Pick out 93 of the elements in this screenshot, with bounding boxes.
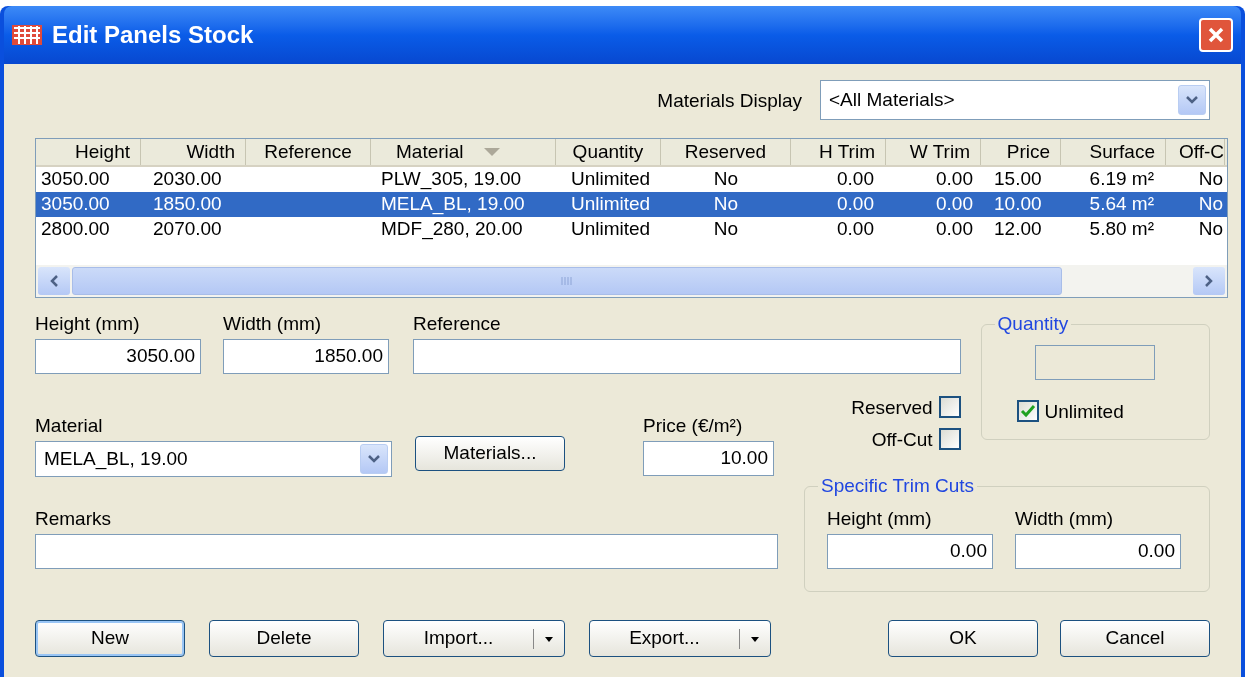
table-cell: 2030.00 [153, 168, 222, 190]
table-cell: 5.64 m² [1089, 193, 1154, 215]
table-cell: MDF_280, 20.00 [381, 218, 523, 240]
table-cell: 15.00 [994, 168, 1042, 190]
checkbox-label: Reserved [851, 397, 933, 417]
group-title: Quantity [994, 314, 1072, 333]
table-cell: 0.00 [936, 218, 973, 240]
unlimited-checkbox[interactable] [1016, 400, 1039, 422]
table-cell: No [1198, 193, 1223, 215]
height-field[interactable]: 3050.00 [35, 339, 201, 374]
table-cell: 6.19 m² [1089, 168, 1154, 190]
column-header[interactable]: Reserved [661, 139, 791, 165]
table-cell: Unlimited [571, 193, 651, 215]
materials-button[interactable]: Materials... [415, 436, 565, 471]
dialog-button[interactable]: Import... [383, 620, 565, 657]
table-cell: 0.00 [936, 193, 973, 215]
column-header[interactable]: Price [981, 139, 1061, 165]
table-cell: Unlimited [571, 168, 651, 190]
column-header[interactable]: Height [36, 139, 141, 165]
horizontal-scrollbar[interactable] [36, 265, 1227, 297]
field-label: Height (mm) [35, 314, 141, 333]
grid-icon [12, 25, 42, 45]
column-header[interactable]: Quantity [556, 139, 661, 165]
dropdown-icon[interactable] [1178, 85, 1206, 115]
dialog-button[interactable]: Cancel [1060, 620, 1210, 657]
dropdown-icon[interactable] [360, 444, 388, 474]
field-label: Width (mm) [223, 314, 323, 333]
table-cell: PLW_305, 19.00 [381, 168, 522, 190]
table-cell: 2070.00 [153, 218, 222, 240]
table-cell: Unlimited [571, 218, 651, 240]
field-label: Remarks [35, 509, 112, 528]
price-field[interactable]: 10.00 [643, 441, 774, 476]
table-cell: 2800.00 [41, 218, 110, 240]
table-row[interactable]: 3050.00 1850.00 MELA_BL, 19.00 Unlimited No 0.00 0.00 10.00 5.64 m² No [36, 192, 1227, 217]
scroll-left-button[interactable] [38, 267, 70, 295]
dialog-button[interactable]: Delete [209, 620, 359, 657]
trim-height-field[interactable]: 0.00 [827, 534, 993, 569]
table-cell: 0.00 [837, 193, 874, 215]
reference-field[interactable] [413, 339, 961, 374]
materials-display-dropdown[interactable]: <All Materials> [820, 80, 1210, 120]
close-icon [1206, 25, 1226, 45]
window-title: Edit Panels Stock [52, 20, 254, 50]
chevron-down-icon [367, 454, 381, 464]
sort-icon [483, 147, 500, 157]
table-cell: 3050.00 [41, 193, 110, 215]
checkbox-label: Off-Cut [871, 429, 933, 449]
table-cell: No [713, 193, 739, 215]
chevron-right-icon [1204, 274, 1214, 288]
checkbox-label: Unlimited [1044, 401, 1124, 421]
table-cell: 12.00 [994, 218, 1042, 240]
table-cell: 0.00 [837, 218, 874, 240]
trim-width-field[interactable]: 0.00 [1015, 534, 1181, 569]
off-cut-checkbox[interactable] [938, 428, 961, 450]
column-header[interactable]: W Trim [886, 139, 981, 165]
materials-display-label: Materials Display [657, 90, 802, 110]
remarks-field[interactable] [35, 534, 778, 569]
table-cell: 1850.00 [153, 193, 222, 215]
field-label: Material [35, 416, 104, 435]
scroll-right-button[interactable] [1193, 267, 1225, 295]
table-cell: 3050.00 [41, 168, 110, 190]
close-button[interactable] [1199, 18, 1233, 52]
table-cell: No [713, 218, 739, 240]
table-cell: MELA_BL, 19.00 [381, 193, 525, 215]
field-label: Price (€/m²) [643, 416, 744, 435]
table-cell: No [713, 168, 739, 190]
table-row[interactable]: 3050.00 2030.00 PLW_305, 19.00 Unlimited No 0.00 0.00 15.00 6.19 m² No [36, 167, 1227, 192]
field-label: Width (mm) [1015, 509, 1115, 528]
column-header[interactable]: Material [371, 139, 556, 165]
column-header[interactable]: Reference [246, 139, 371, 165]
table-cell: 5.80 m² [1089, 218, 1154, 240]
table-cell: 0.00 [936, 168, 973, 190]
width-field[interactable]: 1850.00 [223, 339, 389, 374]
group-title: Specific Trim Cuts [818, 476, 978, 495]
material-dropdown[interactable]: MELA_BL, 19.00 [35, 441, 392, 477]
column-header[interactable]: Off-C [1166, 139, 1225, 165]
column-header[interactable]: Width [141, 139, 246, 165]
table-cell: No [1198, 218, 1223, 240]
dialog-button[interactable]: New [35, 620, 185, 657]
table-cell: 10.00 [994, 193, 1042, 215]
grip-icon [560, 276, 574, 286]
table-row[interactable]: 2800.00 2070.00 MDF_280, 20.00 Unlimited No 0.00 0.00 12.00 5.80 m² No [36, 217, 1227, 242]
column-header[interactable]: H Trim [791, 139, 886, 165]
reserved-checkbox[interactable] [938, 396, 961, 418]
table-cell: No [1198, 168, 1223, 190]
field-label: Height (mm) [827, 509, 933, 528]
dialog-button[interactable]: Export... [589, 620, 771, 657]
field-label: Reference [413, 314, 502, 333]
column-header[interactable]: Surface [1061, 139, 1166, 165]
table-cell: 0.00 [837, 168, 874, 190]
scroll-thumb[interactable] [72, 267, 1062, 295]
dialog-button[interactable]: OK [888, 620, 1038, 657]
chevron-down-icon [1185, 95, 1199, 105]
chevron-left-icon [49, 274, 59, 288]
